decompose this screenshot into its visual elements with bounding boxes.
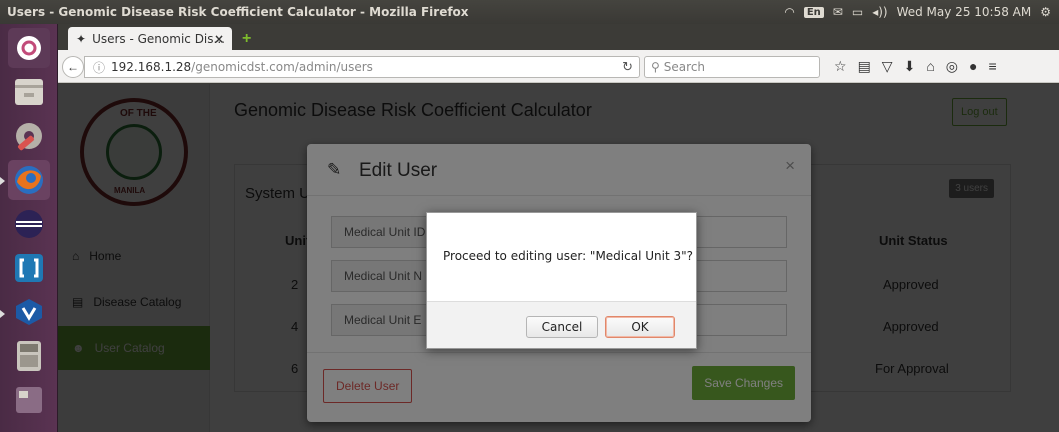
firefox-icon[interactable]: [8, 160, 50, 200]
search-placeholder: Search: [663, 60, 706, 74]
cancel-button[interactable]: Cancel: [526, 316, 598, 338]
confirm-message: Proceed to editing user: "Medical Unit 3…: [443, 249, 693, 263]
reading-list-icon[interactable]: ▤: [858, 58, 871, 75]
battery-icon[interactable]: ▭: [852, 5, 863, 19]
back-button[interactable]: ←: [62, 56, 84, 78]
window-title: Users - Genomic Disease Risk Coefficient…: [7, 5, 469, 19]
back-arrow-icon: ←: [67, 60, 79, 74]
confirm-footer: Cancel OK: [427, 301, 696, 348]
eclipse-icon[interactable]: [8, 204, 50, 244]
os-top-panel: Users - Genomic Disease Risk Coefficient…: [0, 0, 1059, 24]
mail-icon[interactable]: ✉: [833, 5, 843, 19]
brackets-icon[interactable]: [8, 248, 50, 288]
virtualbox-icon[interactable]: [8, 292, 50, 332]
info-icon[interactable]: ⓘ: [93, 59, 105, 76]
search-icon: ⚲: [651, 60, 660, 74]
tab-title: Users - Genomic Dis...: [92, 31, 225, 46]
settings-gear-icon[interactable]: ⚙: [1040, 5, 1051, 19]
unity-launcher: [0, 24, 58, 432]
clock[interactable]: Wed May 25 10:58 AM: [897, 5, 1032, 19]
downloads-icon[interactable]: ⬇: [904, 58, 916, 75]
url-bar[interactable]: ⓘ 192.168.1.28/genomicdst.com/admin/user…: [84, 56, 640, 78]
url-path: /genomicdst.com/admin/users: [191, 60, 373, 74]
home-toolbar-icon[interactable]: ⌂: [926, 58, 934, 75]
menu-icon[interactable]: ≡: [988, 58, 996, 75]
tab-close-button[interactable]: ×: [214, 32, 224, 46]
confirm-dialog: Proceed to editing user: "Medical Unit 3…: [426, 212, 697, 349]
calculator-icon[interactable]: [8, 336, 50, 376]
url-host: 192.168.1.28: [111, 60, 192, 74]
new-tab-button[interactable]: +: [242, 30, 251, 48]
web-page: OF THE MANILA ⌂ Home ▤ Disease Catalog ☻…: [58, 84, 1059, 432]
system-tray: ◠ En ✉ ▭ ◂)) Wed May 25 10:58 AM ⚙: [784, 0, 1051, 24]
extension-icon[interactable]: ●: [969, 58, 977, 75]
launcher-running-arrow: [0, 310, 5, 318]
tab-favicon-icon: ✦: [76, 31, 87, 46]
search-bar[interactable]: ⚲ Search: [644, 56, 820, 78]
launcher-active-arrow: [0, 177, 5, 185]
chat-icon[interactable]: ◎: [946, 58, 958, 75]
pocket-icon[interactable]: ▽: [882, 58, 893, 75]
reload-icon[interactable]: ↻: [622, 60, 633, 75]
browser-tabbar: ✦ Users - Genomic Dis... × +: [58, 24, 1059, 50]
keyboard-indicator[interactable]: En: [803, 6, 824, 18]
tab-users[interactable]: ✦ Users - Genomic Dis... ×: [68, 27, 232, 50]
bookmark-star-icon[interactable]: ☆: [834, 58, 847, 75]
ok-button[interactable]: OK: [605, 316, 675, 338]
system-settings-icon[interactable]: [8, 116, 50, 156]
wifi-icon[interactable]: ◠: [784, 5, 794, 19]
workspace-switcher-icon[interactable]: [8, 380, 50, 420]
volume-icon[interactable]: ◂)): [872, 5, 887, 19]
toolbar-icons: ☆ ▤ ▽ ⬇ ⌂ ◎ ● ≡: [834, 58, 997, 75]
dash-icon[interactable]: [8, 28, 50, 68]
files-icon[interactable]: [8, 72, 50, 112]
browser-navbar: ← ⓘ 192.168.1.28/genomicdst.com/admin/us…: [58, 50, 1059, 83]
